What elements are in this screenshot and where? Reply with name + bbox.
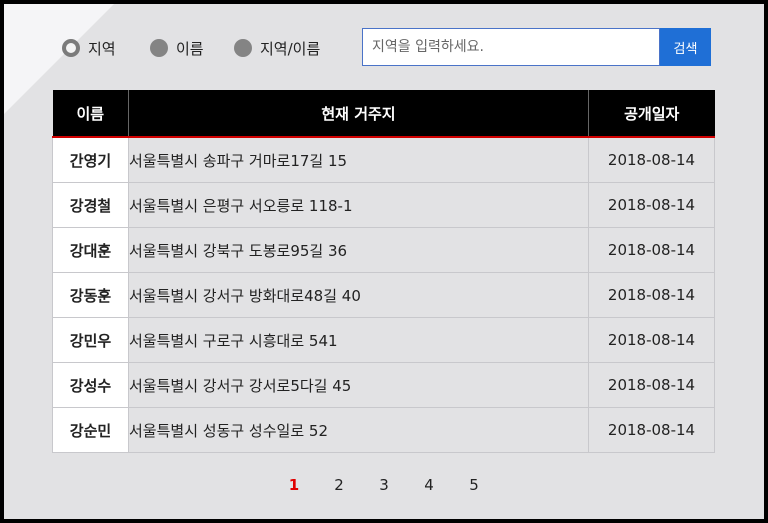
table-row[interactable]: 강경철 서울특별시 은평구 서오릉로 118-1 2018-08-14	[52, 182, 715, 228]
cell-name: 강경철	[52, 182, 129, 228]
radio-unselected-icon[interactable]	[234, 39, 252, 57]
table-row[interactable]: 강대훈 서울특별시 강북구 도봉로95길 36 2018-08-14	[52, 227, 715, 273]
radio-option-region-name[interactable]: 지역/이름	[234, 37, 320, 59]
radio-label-region-name: 지역/이름	[260, 39, 321, 58]
cell-name: 강성수	[52, 362, 129, 408]
column-header-address: 현재 거주지	[128, 90, 589, 138]
cell-name: 간영기	[52, 136, 129, 183]
cell-date: 2018-08-14	[588, 407, 715, 453]
table-row[interactable]: 강성수 서울특별시 강서구 강서로5다길 45 2018-08-14	[52, 362, 715, 408]
app-frame: 지역 이름 지역/이름 검색 이름 현재 거주지 공개일자 간영기	[4, 4, 764, 519]
cell-address: 서울특별시 강서구 강서로5다길 45	[128, 362, 589, 408]
radio-option-region[interactable]: 지역	[62, 37, 116, 59]
cell-address: 서울특별시 강서구 방화대로48길 40	[128, 272, 589, 318]
page-link-current[interactable]: 1	[272, 476, 317, 494]
cell-address: 서울특별시 구로구 시흥대로 541	[128, 317, 589, 363]
column-header-date: 공개일자	[588, 90, 715, 138]
table-row[interactable]: 간영기 서울특별시 송파구 거마로17길 15 2018-08-14	[52, 136, 715, 183]
radio-unselected-icon[interactable]	[150, 39, 168, 57]
search-button[interactable]: 검색	[660, 28, 711, 66]
table-header-row: 이름 현재 거주지 공개일자	[52, 90, 715, 138]
cell-address: 서울특별시 은평구 서오릉로 118-1	[128, 182, 589, 228]
cell-name: 강민우	[52, 317, 129, 363]
cell-address: 서울특별시 송파구 거마로17길 15	[128, 136, 589, 183]
table-row[interactable]: 강민우 서울특별시 구로구 시흥대로 541 2018-08-14	[52, 317, 715, 363]
cell-name: 강순민	[52, 407, 129, 453]
page-link[interactable]: 4	[407, 476, 452, 494]
pagination: 1 2 3 4 5	[4, 476, 764, 494]
search-input[interactable]	[362, 28, 660, 66]
page-link[interactable]: 5	[452, 476, 497, 494]
results-table: 이름 현재 거주지 공개일자 간영기 서울특별시 송파구 거마로17길 15 2…	[52, 90, 715, 453]
page-link[interactable]: 2	[317, 476, 362, 494]
cell-address: 서울특별시 강북구 도봉로95길 36	[128, 227, 589, 273]
cell-name: 강대훈	[52, 227, 129, 273]
cell-name: 강동훈	[52, 272, 129, 318]
table-row[interactable]: 강순민 서울특별시 성동구 성수일로 52 2018-08-14	[52, 407, 715, 453]
cell-date: 2018-08-14	[588, 362, 715, 408]
table-row[interactable]: 강동훈 서울특별시 강서구 방화대로48길 40 2018-08-14	[52, 272, 715, 318]
radio-label-region: 지역	[88, 39, 116, 58]
radio-option-name[interactable]: 이름	[150, 37, 204, 59]
cell-address: 서울특별시 성동구 성수일로 52	[128, 407, 589, 453]
column-header-name: 이름	[52, 90, 129, 138]
page-link[interactable]: 3	[362, 476, 407, 494]
cell-date: 2018-08-14	[588, 317, 715, 363]
cell-date: 2018-08-14	[588, 227, 715, 273]
cell-date: 2018-08-14	[588, 182, 715, 228]
search-bar: 지역 이름 지역/이름 검색	[62, 28, 712, 68]
cell-date: 2018-08-14	[588, 272, 715, 318]
cell-date: 2018-08-14	[588, 136, 715, 183]
radio-selected-icon[interactable]	[62, 39, 80, 57]
radio-label-name: 이름	[176, 39, 204, 58]
